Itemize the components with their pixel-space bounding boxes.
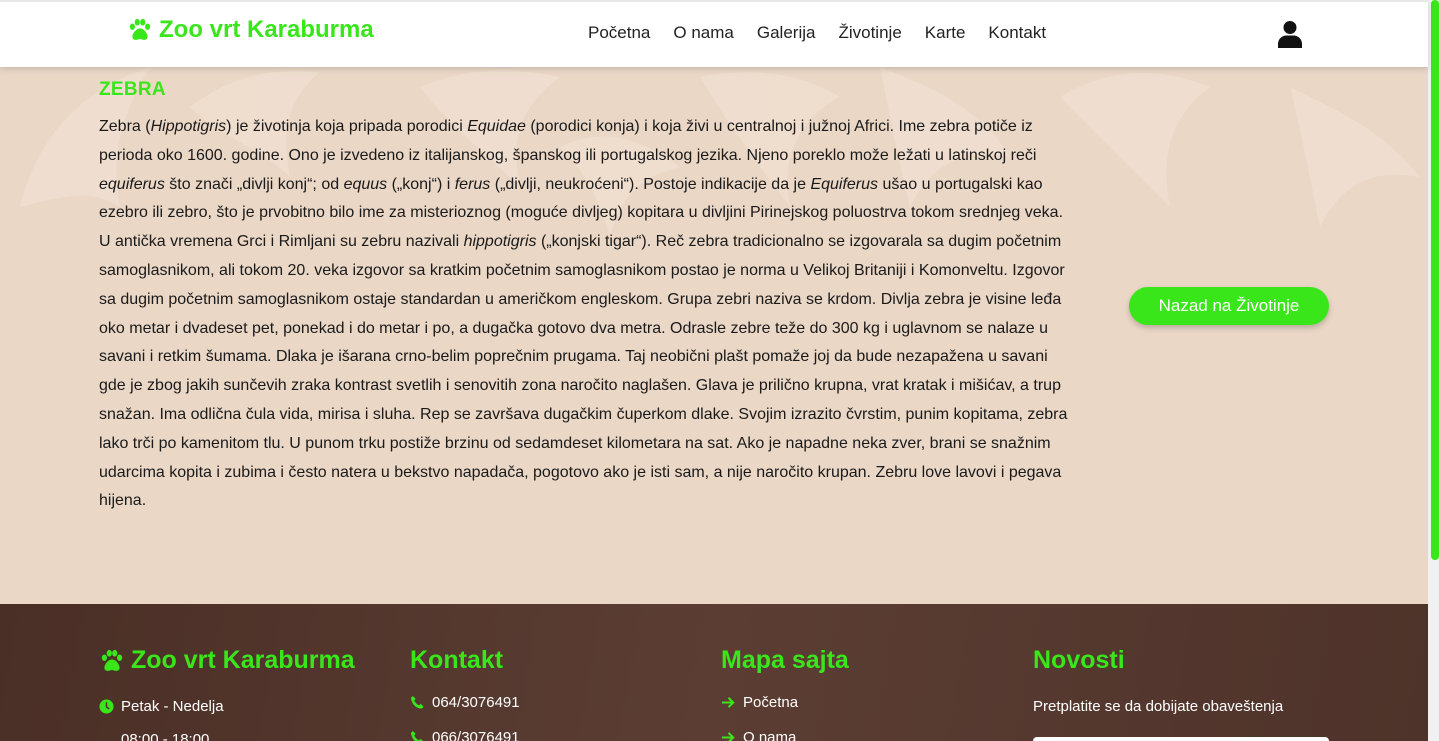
footer-news-title: Novosti (1033, 646, 1125, 674)
phone-1[interactable]: 064/3076491 (410, 694, 520, 711)
newsletter-email-input[interactable] (1033, 737, 1329, 741)
nav-item-pocetna[interactable]: Početna (588, 23, 650, 43)
animal-description: Zebra (Hippotigris) je životinja koja pr… (99, 113, 1074, 516)
main-nav: Početna O nama Galerija Životinje Karte … (588, 23, 1069, 43)
italic-term: Equidae (467, 118, 526, 135)
nav-item-karte[interactable]: Karte (925, 23, 966, 43)
hours-time-text: 08:00 - 18:00 (121, 731, 210, 741)
description-text: Zebra ( (99, 118, 151, 135)
top-navbar: Zoo vrt Karaburma Početna O nama Galerij… (0, 0, 1428, 67)
italic-term: Equiferus (810, 175, 879, 193)
news-text: Pretplatite se da dobijate obaveštenja (1033, 698, 1283, 715)
description-text: („konjski tigar“). Reč zebra tradicional… (99, 233, 1068, 510)
footer: Zoo vrt Karaburma Petak - Nedelja 08:00 … (0, 604, 1428, 741)
user-icon[interactable] (1277, 20, 1303, 48)
brand-name: Zoo vrt Karaburma (159, 16, 374, 43)
nav-item-kontakt[interactable]: Kontakt (988, 23, 1046, 43)
italic-term: Hippotigris (150, 118, 227, 135)
nav-item-o-nama[interactable]: O nama (673, 23, 733, 43)
footer-brand-column: Zoo vrt Karaburma (99, 646, 355, 675)
animal-title: ZEBRA (99, 79, 166, 100)
brand-link[interactable]: Zoo vrt Karaburma (127, 16, 374, 44)
arrow-right-icon (721, 732, 735, 741)
hours-days: Petak - Nedelja (99, 698, 224, 715)
footer-contact-column: Kontakt (410, 646, 503, 675)
italic-term: equiferus (99, 175, 165, 193)
phone-icon (410, 730, 423, 741)
phone-2-text: 066/3076491 (432, 729, 520, 741)
footer-sitemap-title: Mapa sajta (721, 646, 849, 674)
sitemap-link-pocetna[interactable]: Početna (721, 694, 798, 711)
footer-sitemap-column: Mapa sajta (721, 646, 849, 675)
page-scrollbar[interactable] (1428, 0, 1439, 741)
arrow-right-icon (721, 697, 735, 708)
footer-brand: Zoo vrt Karaburma (99, 646, 355, 675)
phone-2[interactable]: 066/3076491 (410, 729, 520, 741)
description-text: što znači „divlji konj“; od (164, 175, 344, 193)
description-text: („konj“) i (387, 175, 455, 193)
nav-item-zivotinje[interactable]: Životinje (838, 23, 901, 43)
italic-term: hippotigris (463, 233, 537, 251)
paw-icon (129, 18, 151, 40)
paw-icon (101, 649, 123, 671)
footer-news-column: Novosti (1033, 646, 1125, 675)
footer-brand-name: Zoo vrt Karaburma (131, 646, 355, 674)
nav-item-galerija[interactable]: Galerija (757, 23, 816, 43)
phone-1-text: 064/3076491 (432, 694, 520, 711)
news-text-label: Pretplatite se da dobijate obaveštenja (1033, 698, 1284, 715)
animal-content: ZEBRA Zebra (Hippotigris) je životinja k… (99, 79, 1074, 516)
description-text: ) je životinja koja pripada porodici (226, 118, 468, 135)
scrollbar-thumb[interactable] (1431, 0, 1439, 560)
animal-detail-section: ZEBRA Zebra (Hippotigris) je životinja k… (0, 67, 1428, 604)
clock-icon (99, 699, 114, 714)
hours-days-text: Petak - Nedelja (121, 698, 224, 715)
sitemap-link-o-nama[interactable]: O nama (721, 729, 796, 741)
italic-term: ferus (454, 175, 491, 193)
footer-contact-title: Kontakt (410, 646, 504, 674)
sitemap-link-label: O nama (743, 729, 797, 741)
sitemap-link-label: Početna (743, 694, 799, 711)
back-to-animals-button[interactable]: Nazad na Životinje (1129, 287, 1329, 325)
hours-time: 08:00 - 18:00 (121, 731, 209, 741)
italic-term: equus (343, 175, 388, 193)
description-text: („divlji, neukroćeni“). Postoje indikaci… (490, 175, 811, 193)
phone-icon (410, 695, 424, 709)
